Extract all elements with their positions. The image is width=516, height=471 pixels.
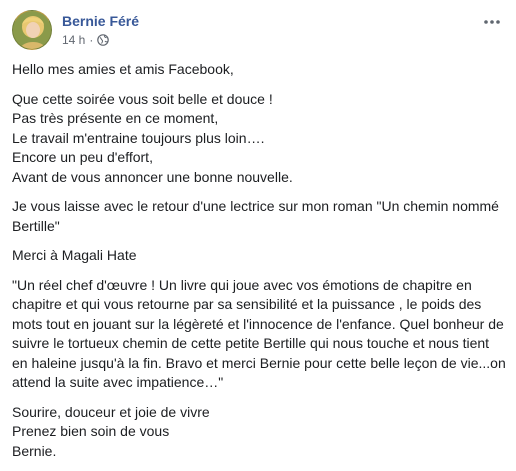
post-paragraph: Je vous laisse avec le retour d'une lect… (12, 198, 499, 234)
post-content: Hello mes amies et amis Facebook, Que ce… (12, 60, 506, 471)
post-timestamp[interactable]: 14 h (62, 33, 85, 47)
facebook-post: Bernie Féré 14 h · Hello mes amies et am (0, 0, 516, 459)
author-name[interactable]: Bernie Féré (62, 13, 139, 29)
post-paragraph: "Un réel chef d'œuvre ! Un livre qui jou… (12, 276, 506, 391)
more-dots-icon[interactable] (480, 12, 504, 32)
meta-separator: · (89, 33, 94, 47)
post-meta: 14 h · (62, 33, 110, 47)
avatar[interactable] (12, 10, 52, 50)
post-paragraph: Hello mes amies et amis Facebook, (12, 61, 234, 77)
post-paragraph: Sourire, douceur et joie de vivre Prenez… (12, 403, 210, 459)
post-paragraph: Merci à Magali Hate (12, 247, 137, 263)
post-header: Bernie Féré 14 h · (12, 10, 504, 52)
globe-icon[interactable] (97, 34, 110, 46)
post-paragraph: Que cette soirée vous soit belle et douc… (12, 90, 293, 185)
avatar-portrait (13, 11, 51, 49)
